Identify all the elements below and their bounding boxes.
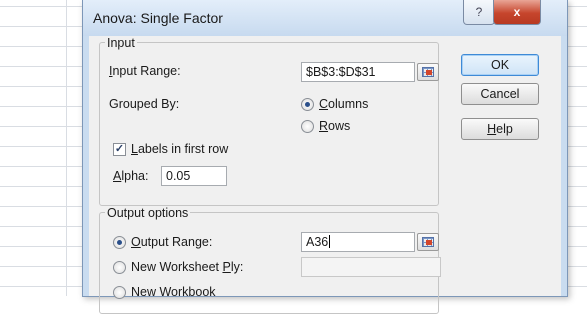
rows-label: Rows xyxy=(319,119,351,133)
dialog-titlebar: Anova: Single Factor ? x xyxy=(83,0,567,36)
input-range-field[interactable]: $B$3:$D$31 xyxy=(301,62,415,82)
text-caret xyxy=(329,235,331,248)
alpha-label: Alpha: xyxy=(113,169,149,183)
collapse-range-icon[interactable] xyxy=(417,63,439,81)
alpha-field[interactable]: 0.05 xyxy=(161,166,227,186)
output-range-label: Output Range: xyxy=(131,235,213,249)
cancel-button[interactable]: Cancel xyxy=(461,83,539,105)
output-range-value: A36 xyxy=(306,235,329,249)
labels-first-row-checkbox[interactable]: ✓ xyxy=(113,143,126,156)
input-group-legend: Input xyxy=(105,36,137,50)
output-range-radio[interactable] xyxy=(113,236,126,249)
output-range-field[interactable]: A36 xyxy=(301,232,415,252)
new-workbook-label: New Workbook xyxy=(131,285,216,299)
input-range-label: Input Range: xyxy=(109,64,181,78)
new-worksheet-label: New Worksheet Ply: xyxy=(131,260,244,274)
anova-dialog: Anova: Single Factor ? x Input Input Ran… xyxy=(82,0,568,314)
rows-radio[interactable] xyxy=(301,120,314,133)
help-button[interactable]: Help xyxy=(461,118,539,140)
columns-radio[interactable] xyxy=(301,98,314,111)
ok-button[interactable]: OK xyxy=(461,54,539,76)
grouped-by-label: Grouped By: xyxy=(109,97,180,111)
close-icon[interactable]: x xyxy=(493,0,541,25)
new-worksheet-radio[interactable] xyxy=(113,261,126,274)
help-icon[interactable]: ? xyxy=(463,0,495,25)
columns-label: Columns xyxy=(319,97,369,111)
dialog-body: Input Input Range: $B$3:$D$31 Grouped By… xyxy=(89,36,561,314)
new-worksheet-field[interactable] xyxy=(301,257,441,277)
new-workbook-radio[interactable] xyxy=(113,286,126,299)
output-group-legend: Output options xyxy=(105,206,191,220)
collapse-output-icon[interactable] xyxy=(417,233,439,251)
dialog-title: Anova: Single Factor xyxy=(93,10,223,26)
labels-first-row-label: Labels in first row xyxy=(131,142,229,156)
